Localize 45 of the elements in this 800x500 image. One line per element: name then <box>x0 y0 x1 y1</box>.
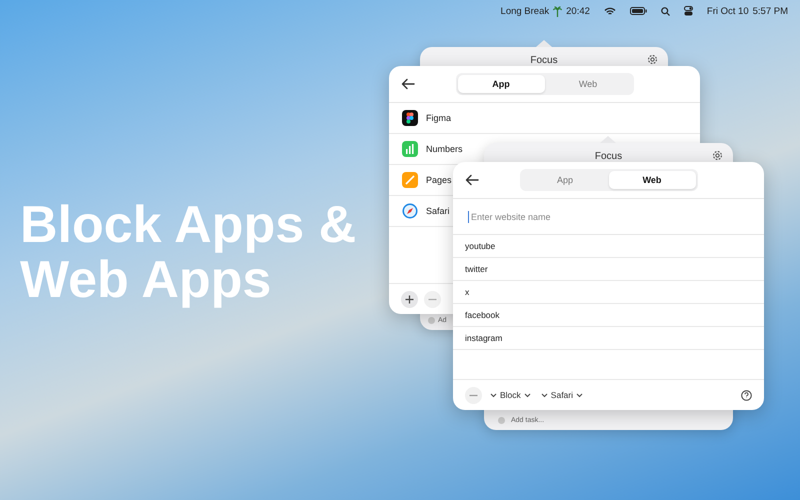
app-name[interactable]: Figma <box>426 113 452 123</box>
browser-dropdown[interactable]: Safari <box>538 390 586 400</box>
tab[interactable]: Web <box>608 171 696 189</box>
chevron-down-icon <box>540 392 548 398</box>
settings-icon[interactable] <box>712 150 723 161</box>
time-text[interactable]: 5:57 PM <box>752 6 788 16</box>
website-name[interactable]: instagram <box>465 333 502 343</box>
tab[interactable]: Web <box>544 75 632 93</box>
wifi-icon[interactable] <box>604 6 616 16</box>
remove-button[interactable] <box>465 386 482 404</box>
app-name[interactable]: Pages <box>426 175 452 185</box>
website-name[interactable]: facebook <box>465 310 500 320</box>
compass-app-icon <box>402 203 418 219</box>
chevron-down-icon <box>490 392 497 398</box>
tab[interactable]: App <box>458 75 544 93</box>
action-dropdown[interactable]: Block <box>488 390 533 400</box>
window-title: Focus <box>594 151 624 162</box>
tab[interactable]: App <box>522 171 608 189</box>
bar-chart-app-icon <box>402 141 418 157</box>
palm-tree-icon <box>553 6 562 16</box>
search-icon[interactable] <box>660 6 670 16</box>
timer-label[interactable]: Long Break <box>500 6 550 16</box>
add-button[interactable] <box>401 290 418 308</box>
back-arrow-icon[interactable] <box>401 78 415 90</box>
app-name[interactable]: Safari <box>426 206 450 216</box>
website-name[interactable]: twitter <box>465 264 488 274</box>
website-name[interactable]: x <box>465 287 470 297</box>
app-name[interactable]: Numbers <box>426 144 463 154</box>
circle-icon <box>498 417 505 424</box>
window-title: Focus <box>529 55 559 66</box>
timer-text: 20:42 <box>566 6 590 16</box>
plus-icon <box>405 294 414 304</box>
headline: Block Apps & Web Apps <box>20 198 358 308</box>
circle-icon <box>428 317 435 324</box>
date-text[interactable]: Fri Oct 10 <box>706 6 749 16</box>
website-name[interactable]: youtube <box>465 241 496 251</box>
back-arrow-icon[interactable] <box>465 174 479 186</box>
toggles-icon[interactable] <box>684 6 693 16</box>
chevron-down-icon <box>524 392 531 398</box>
chevron-down-icon <box>576 392 584 398</box>
battery-icon[interactable] <box>630 7 647 15</box>
settings-icon[interactable] <box>647 54 658 65</box>
pen-app-icon <box>402 172 418 188</box>
help-icon[interactable] <box>741 390 752 400</box>
app-icon <box>402 110 418 126</box>
